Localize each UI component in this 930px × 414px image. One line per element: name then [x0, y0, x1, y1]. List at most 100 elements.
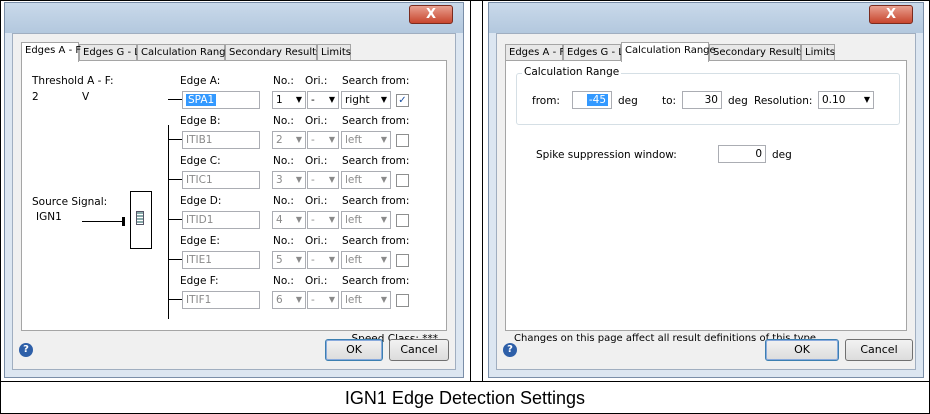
to-input[interactable]: 30 [682, 91, 722, 109]
edges-dialog: X Edges A - F Edges G - L Calculation Ra… [4, 2, 464, 378]
from-unit: deg [618, 95, 638, 107]
tab-edges-g-l[interactable]: Edges G - L [563, 44, 624, 61]
group-title: Calculation Range [522, 66, 622, 78]
ok-button[interactable]: OK [765, 339, 839, 361]
edge-search-select[interactable]: left ▼ [341, 291, 391, 309]
edge-enable-checkbox[interactable] [396, 134, 409, 147]
edge-label: Edge C: [180, 155, 221, 167]
to-label: to: [662, 95, 677, 107]
edge-name-input[interactable]: ITIE1 [182, 251, 260, 269]
edge-name-input[interactable]: ITIB1 [182, 131, 260, 149]
col-ori-header: Ori.: [305, 275, 328, 287]
tab-limits[interactable]: Limits [317, 44, 351, 61]
tab-edges-a-f[interactable]: Edges A - F [505, 44, 565, 61]
edge-enable-checkbox[interactable] [396, 254, 409, 267]
col-no-header: No.: [273, 155, 294, 167]
col-ori-header: Ori.: [305, 155, 328, 167]
edge-enable-checkbox[interactable] [396, 294, 409, 307]
edge-ori-select[interactable]: - ▼ [307, 291, 339, 309]
edge-no-select[interactable]: 5 ▼ [272, 251, 306, 269]
edge-name-input[interactable]: ITID1 [182, 211, 260, 229]
edge-no-select[interactable]: 3 ▼ [272, 171, 306, 189]
cancel-button[interactable]: Cancel [389, 339, 449, 361]
ok-button[interactable]: OK [325, 339, 383, 361]
source-signal-label: Source Signal: [32, 196, 108, 208]
help-icon[interactable]: ? [503, 343, 517, 357]
cancel-button[interactable]: Cancel [845, 339, 913, 361]
spike-label: Spike suppression window: [536, 149, 677, 161]
col-no-header: No.: [273, 235, 294, 247]
calculation-range-dialog: X Edges A - F Edges G - L Calculation Ra… [488, 2, 924, 378]
edge-label: Edge F: [180, 275, 219, 287]
figure-caption: IGN1 Edge Detection Settings [344, 388, 586, 408]
edge-no-select[interactable]: 1 ▼ [272, 91, 306, 109]
edge-enable-checkbox[interactable]: ✓ [396, 94, 409, 107]
edge-no-select[interactable]: 2 ▼ [272, 131, 306, 149]
edge-no-select[interactable]: 4 ▼ [272, 211, 306, 229]
close-button[interactable]: X [869, 5, 913, 24]
edge-search-select[interactable]: left ▼ [341, 171, 391, 189]
title-bar[interactable] [489, 3, 923, 33]
threshold-label: Threshold A - F: [32, 75, 114, 87]
help-icon[interactable]: ? [19, 343, 33, 357]
edge-ori-select[interactable]: - ▼ [307, 211, 339, 229]
edge-ori-select[interactable]: - ▼ [307, 251, 339, 269]
to-unit: deg [728, 95, 748, 107]
col-search-header: Search from: [342, 235, 410, 247]
col-ori-header: Ori.: [305, 235, 328, 247]
resolution-select[interactable]: 0.10 ▼ [818, 91, 874, 109]
col-no-header: No.: [273, 75, 294, 87]
tab-limits[interactable]: Limits [801, 44, 835, 61]
tab-edges-a-f[interactable]: Edges A - F [21, 42, 81, 62]
from-label: from: [532, 95, 560, 107]
col-search-header: Search from: [342, 195, 410, 207]
edge-label: Edge A: [180, 75, 221, 87]
col-ori-header: Ori.: [305, 115, 328, 127]
edge-connector [168, 139, 182, 140]
edge-enable-checkbox[interactable] [396, 174, 409, 187]
edge-connector [168, 259, 182, 260]
col-no-header: No.: [273, 275, 294, 287]
col-search-header: Search from: [342, 155, 410, 167]
connector-trunk [168, 125, 169, 319]
edge-search-select[interactable]: right ▼ [341, 91, 391, 109]
edge-search-select[interactable]: left ▼ [341, 131, 391, 149]
edge-label: Edge B: [180, 115, 221, 127]
source-signal-value[interactable]: IGN1 [36, 211, 62, 223]
edge-connector [168, 179, 182, 180]
spike-input[interactable]: 0 [718, 145, 766, 163]
edge-label: Edge D: [180, 195, 222, 207]
edge-connector [168, 299, 182, 300]
threshold-value[interactable]: 2 [32, 91, 58, 103]
threshold-unit: V [82, 91, 90, 103]
tab-edges-g-l[interactable]: Edges G - L [79, 44, 140, 61]
edges-panel: Threshold A - F: 2 V Source Signal: IGN1… [21, 60, 447, 345]
tab-secondary-results[interactable]: Secondary Results [709, 44, 805, 61]
title-bar[interactable] [5, 3, 463, 33]
edge-enable-checkbox[interactable] [396, 214, 409, 227]
tab-calculation-range[interactable]: Calculation Range [621, 42, 716, 62]
close-button[interactable]: X [409, 5, 453, 24]
edge-name-input[interactable]: ITIF1 [182, 291, 260, 309]
col-ori-header: Ori.: [305, 75, 328, 87]
tab-calculation-range[interactable]: Calculation Range [137, 44, 232, 61]
connector-arrow [122, 217, 125, 226]
edge-search-select[interactable]: left ▼ [341, 211, 391, 229]
edge-ori-select[interactable]: - ▼ [307, 171, 339, 189]
col-search-header: Search from: [342, 75, 410, 87]
edge-name-input[interactable]: ITIC1 [182, 171, 260, 189]
from-input[interactable]: -45 [572, 91, 612, 109]
col-no-header: No.: [273, 115, 294, 127]
col-no-header: No.: [273, 195, 294, 207]
multiplexer-icon [136, 211, 144, 225]
spike-unit: deg [772, 149, 792, 161]
tab-secondary-results[interactable]: Secondary Results [225, 44, 321, 61]
edge-ori-select[interactable]: - ▼ [307, 131, 339, 149]
edge-search-select[interactable]: left ▼ [341, 251, 391, 269]
edge-ori-select[interactable]: - ▼ [307, 91, 339, 109]
edge-connector [168, 219, 182, 220]
col-ori-header: Ori.: [305, 195, 328, 207]
edge-no-select[interactable]: 6 ▼ [272, 291, 306, 309]
edge-name-input[interactable]: SPA1 [182, 91, 260, 109]
edge-label: Edge E: [180, 235, 220, 247]
